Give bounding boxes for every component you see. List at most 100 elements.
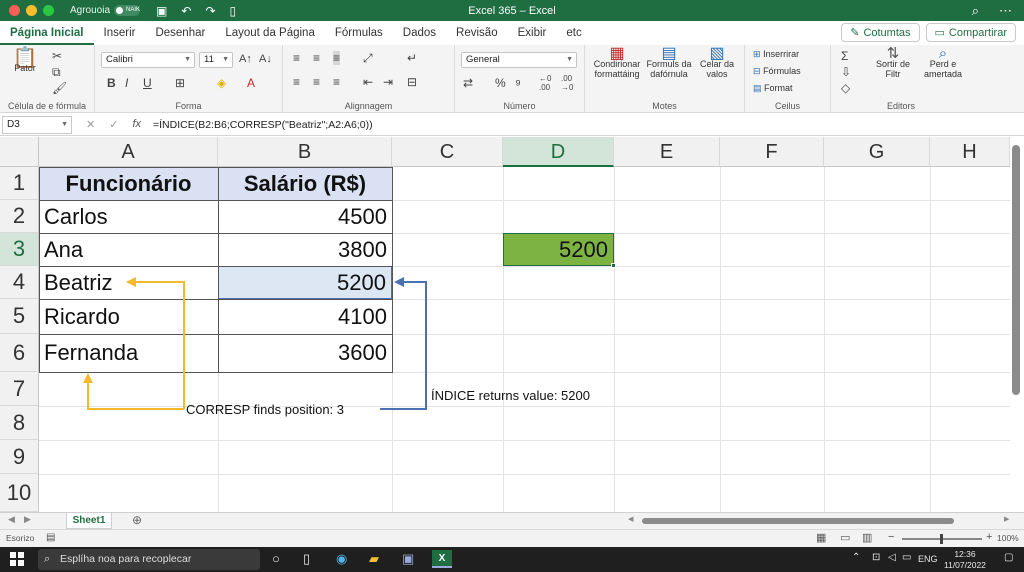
increase-decimal-icon[interactable]: ←0.00 [539, 74, 551, 92]
notification-icon[interactable]: ▢ [1004, 552, 1013, 563]
page-layout-view-icon[interactable]: ▭ [840, 531, 850, 544]
tab-draw[interactable]: Desenhar [145, 21, 215, 45]
insert-cells-button[interactable]: ⊞ Inserrirar [753, 49, 799, 59]
orientation-icon[interactable]: ⤢ [363, 51, 373, 66]
indent-icon[interactable]: ⇤ [363, 75, 373, 89]
paste-button[interactable]: 📋 Pator [10, 48, 40, 73]
scroll-right-icon[interactable]: ▶ [1004, 515, 1009, 523]
cut-icon[interactable]: ✂ [52, 49, 62, 63]
increase-font-icon[interactable]: A↑ [239, 53, 252, 65]
cancel-icon[interactable]: ✕ [86, 118, 95, 131]
task-view-icon[interactable]: ○ [272, 551, 280, 566]
fx-icon[interactable]: fx [132, 118, 141, 131]
tab-view[interactable]: Exibir [508, 21, 557, 45]
store-icon[interactable]: ▣ [402, 551, 414, 567]
font-size-select[interactable]: 11 ▼ [199, 52, 233, 68]
taskbar-search[interactable]: ⌕ Esplíha noa para recoplecar [38, 549, 260, 570]
add-sheet-icon[interactable]: ⊕ [132, 513, 142, 527]
formulas-cells-button[interactable]: ⊟ Fórmulas [753, 66, 801, 76]
normal-view-icon[interactable]: ▦ [816, 531, 826, 544]
bold-icon[interactable]: B [107, 76, 116, 90]
tab-data[interactable]: Dados [393, 21, 446, 45]
more-icon[interactable]: ⋯ [999, 3, 1012, 19]
network-icon[interactable]: ⊡ [872, 552, 880, 563]
widgets-icon[interactable]: ▯ [303, 551, 310, 567]
comments-button[interactable]: ✎ Cotumtas [841, 23, 920, 42]
next-sheet-icon[interactable]: ▶ [24, 514, 31, 525]
tab-formulas[interactable]: Fórmulas [325, 21, 393, 45]
vertical-scrollbar[interactable] [1012, 145, 1020, 395]
zoom-in-icon[interactable]: + [986, 531, 992, 543]
borders-icon[interactable]: ⊞ [175, 76, 185, 90]
wrap-text-icon[interactable]: ↵ [407, 51, 417, 65]
format-as-table-button[interactable]: ▤ Formuls da dafórnula [645, 46, 693, 80]
zoom-slider[interactable] [902, 534, 982, 544]
tab-page-layout[interactable]: Layout da Página [215, 21, 325, 45]
tab-home[interactable]: Página Inicial [0, 21, 94, 45]
file-explorer-icon[interactable]: ▰ [369, 551, 379, 567]
find-select-button[interactable]: ⌕ Perd e amertada [919, 46, 967, 79]
format-cells-button[interactable]: ▤ Format [753, 83, 793, 93]
comma-icon[interactable]: ⁹ [515, 76, 521, 92]
align-left-icon[interactable]: ≡ [293, 75, 300, 89]
autosum-icon[interactable]: Σ [841, 49, 848, 63]
tray-chevron-icon[interactable]: ⌃ [852, 552, 860, 563]
formula-input[interactable]: =ÍNDICE(B2:B6;CORRESP("Beatriz";A2:A6;0)… [153, 119, 373, 131]
clear-icon[interactable]: ◇ [841, 81, 850, 95]
decrease-decimal-icon[interactable]: .00 →0 [561, 74, 573, 92]
windows-start-icon[interactable] [10, 552, 24, 566]
enter-icon[interactable]: ✓ [109, 118, 118, 131]
close-window-button[interactable] [9, 5, 20, 16]
align-middle-icon[interactable]: ≡ [313, 51, 320, 65]
fill-color-icon[interactable]: ◈ [217, 76, 226, 90]
zoom-slider-thumb[interactable] [940, 534, 943, 544]
tab-insert[interactable]: Inserir [94, 21, 146, 45]
percent-icon[interactable]: % [495, 76, 506, 90]
document-icon[interactable]: ▯ [230, 4, 237, 18]
align-center-icon[interactable]: ≡ [313, 75, 320, 89]
font-name-select[interactable]: Calibri ▼ [101, 52, 195, 68]
name-box[interactable]: D3 ▼ [2, 115, 72, 134]
merge-icon[interactable]: ⊟ [407, 75, 417, 89]
search-icon[interactable]: ⌕ [972, 3, 979, 19]
tab-review[interactable]: Revisão [446, 21, 508, 45]
copy-icon[interactable]: ⧉ [52, 65, 61, 80]
sheet-tab-sheet1[interactable]: Sheet1 [66, 513, 112, 529]
redo-icon[interactable]: ↷ [205, 4, 215, 18]
autosave-toggle[interactable]: NAIK [114, 5, 140, 16]
undo-icon[interactable]: ↶ [181, 4, 191, 18]
conditional-formatting-button[interactable]: ▦ Condirionar formattáing [591, 46, 643, 80]
decrease-font-icon[interactable]: A↓ [259, 53, 272, 65]
outdent-icon[interactable]: ⇥ [383, 75, 393, 89]
share-button[interactable]: ▭ Compartirar [925, 23, 1016, 42]
macro-icon[interactable]: ▤ [46, 532, 55, 543]
minimize-window-button[interactable] [26, 5, 37, 16]
battery-icon[interactable]: ▭ [902, 552, 911, 563]
zoom-out-icon[interactable]: − [888, 531, 894, 543]
align-right-icon[interactable]: ≡ [333, 75, 340, 89]
italic-icon[interactable]: I [125, 76, 128, 90]
horizontal-scrollbar[interactable] [642, 518, 954, 524]
font-color-icon[interactable]: A [247, 76, 255, 90]
align-top-icon[interactable]: ≡ [293, 51, 300, 65]
sort-filter-button[interactable]: ⇅ Sortir de Filtr [869, 46, 917, 79]
page-break-view-icon[interactable]: ▥ [862, 531, 872, 544]
underline-icon[interactable]: U [143, 76, 152, 90]
number-format-select[interactable]: General ▼ [461, 52, 577, 68]
currency-icon[interactable]: ⇄ [463, 76, 473, 90]
clock[interactable]: 12:36 11/07/2022 [944, 549, 986, 571]
volume-icon[interactable]: ◁ [888, 552, 896, 563]
align-bottom-icon[interactable]: ≡ [333, 51, 341, 65]
fill-icon[interactable]: ⇩ [841, 65, 851, 79]
edge-icon[interactable]: ◉ [336, 551, 347, 567]
prev-sheet-icon[interactable]: ◀ [8, 514, 15, 525]
cell-styles-button[interactable]: ▧ Celar da valos [695, 46, 739, 80]
language-indicator[interactable]: ENG [918, 554, 938, 564]
tab-etc[interactable]: etc [556, 21, 591, 45]
zoom-window-button[interactable] [43, 5, 54, 16]
excel-app-icon[interactable]: X [432, 550, 452, 568]
save-icon[interactable]: ▣ [156, 4, 167, 18]
scroll-left-icon[interactable]: ◀ [628, 515, 633, 523]
zoom-level[interactable]: 100% [997, 533, 1019, 543]
format-painter-icon[interactable]: 🖌 [52, 81, 67, 95]
